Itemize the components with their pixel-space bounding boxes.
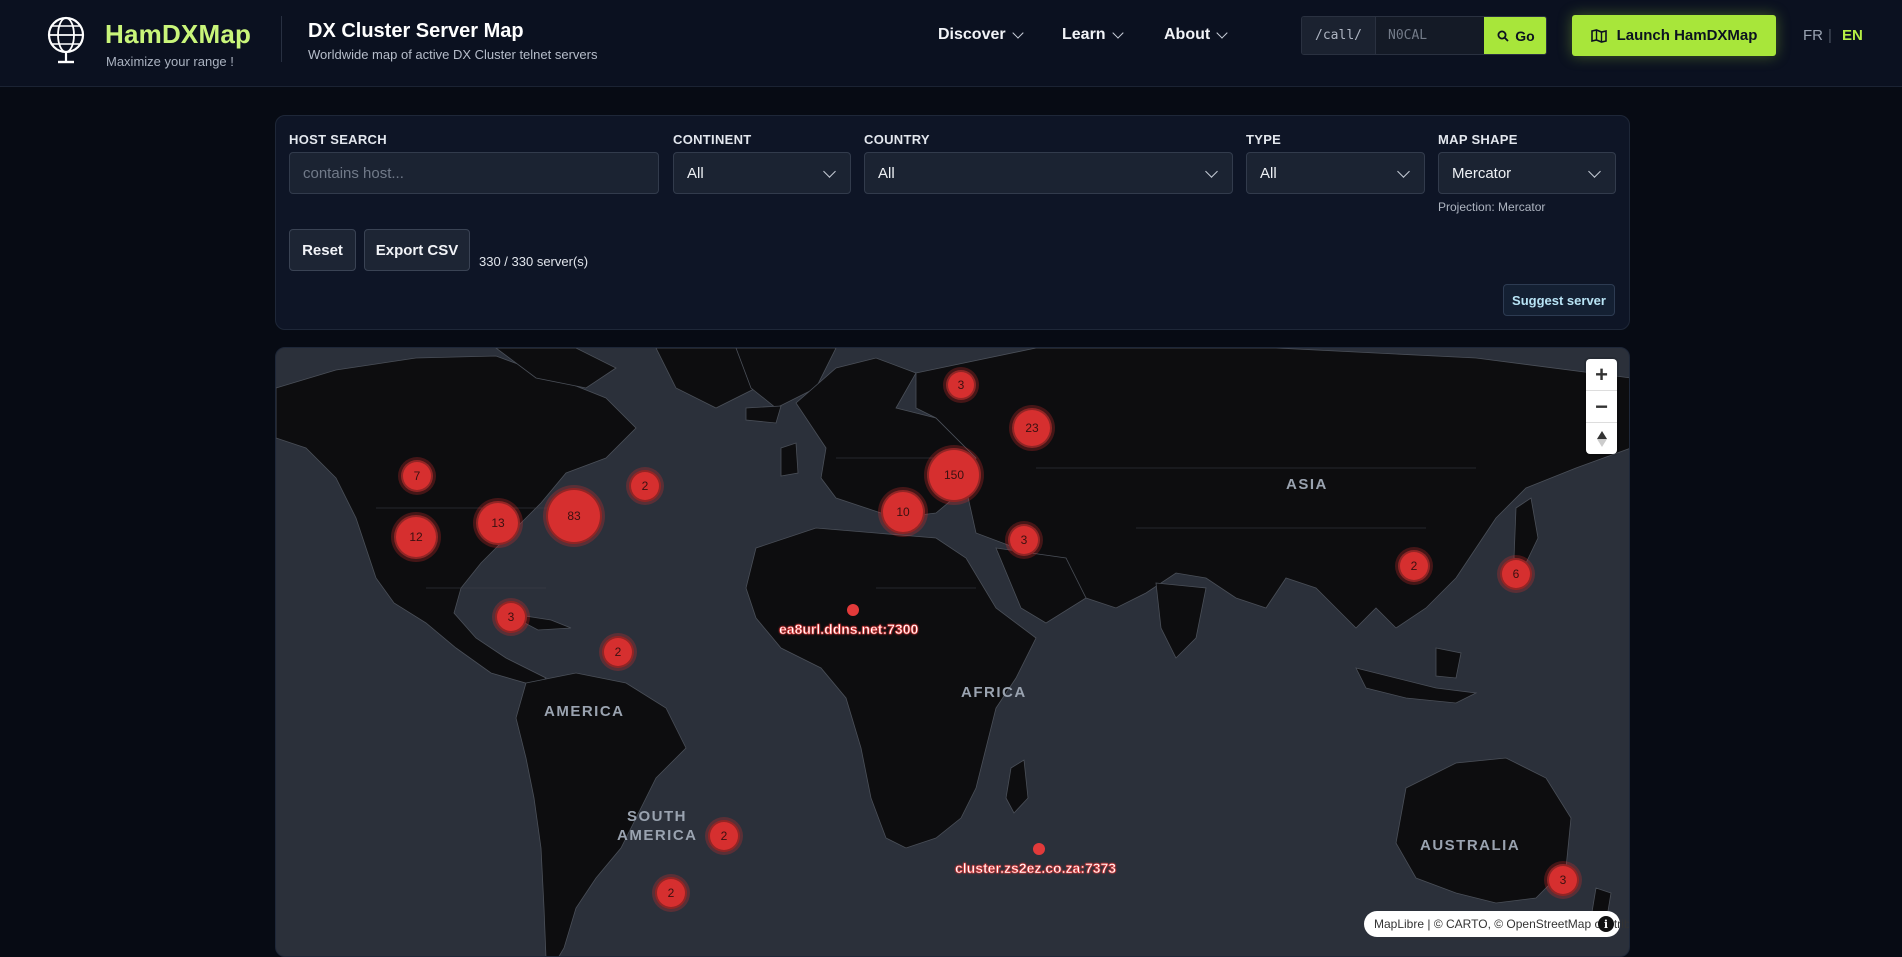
nav-discover[interactable]: Discover xyxy=(938,26,1024,44)
map-label-south: SOUTH xyxy=(627,808,687,825)
chevron-down-icon xyxy=(823,165,836,178)
globe-logo-icon[interactable] xyxy=(46,15,86,67)
nav-about-label: About xyxy=(1164,26,1211,43)
world-map[interactable]: ASIA AMERICA AFRICA SOUTH AMERICA AUSTRA… xyxy=(275,347,1630,957)
continent-select[interactable]: All xyxy=(673,152,851,194)
lang-separator: | xyxy=(1828,27,1832,44)
cluster-marker[interactable]: 83 xyxy=(546,488,602,544)
projection-note: Projection: Mercator xyxy=(1438,200,1546,214)
cluster-marker[interactable]: 3 xyxy=(1547,864,1579,896)
attribution-separator: , © xyxy=(1487,917,1507,931)
server-count: 330 / 330 server(s) xyxy=(479,254,589,269)
country-select[interactable]: All xyxy=(864,152,1233,194)
cluster-marker[interactable]: 2 xyxy=(1398,550,1430,582)
export-csv-button[interactable]: Export CSV xyxy=(364,229,470,271)
map-label-america: AMERICA xyxy=(544,703,625,720)
map-shape-value: Mercator xyxy=(1452,164,1512,182)
cluster-marker[interactable]: 10 xyxy=(881,490,925,534)
country-label: COUNTRY xyxy=(864,132,930,147)
brand-tagline: Maximize your range ! xyxy=(106,54,234,69)
cluster-marker[interactable]: 2 xyxy=(602,636,634,668)
page-subtitle: Worldwide map of active DX Cluster telne… xyxy=(308,47,598,62)
compass-button[interactable] xyxy=(1586,423,1617,454)
chevron-down-icon xyxy=(1216,26,1228,39)
map-shape-select[interactable]: Mercator xyxy=(1438,152,1616,194)
cluster-marker[interactable]: 23 xyxy=(1012,408,1052,448)
go-button[interactable]: Go xyxy=(1484,17,1546,54)
cluster-marker[interactable]: 2 xyxy=(655,877,687,909)
chevron-down-icon xyxy=(1397,165,1410,178)
zoom-out-button[interactable]: − xyxy=(1586,391,1617,422)
filters-panel: HOST SEARCH CONTINENT All COUNTRY All TY… xyxy=(275,115,1630,330)
cluster-marker[interactable]: 2 xyxy=(708,820,740,852)
nav-about[interactable]: About xyxy=(1164,26,1228,44)
map-icon xyxy=(1590,28,1607,43)
host-search-label: HOST SEARCH xyxy=(289,132,387,147)
cluster-marker[interactable]: 3 xyxy=(1008,524,1040,556)
map-attribution: MapLibre | © CARTO , © OpenStreetMap con… xyxy=(1364,911,1629,937)
chevron-down-icon xyxy=(1588,165,1601,178)
map-label-africa: AFRICA xyxy=(961,684,1027,701)
lang-fr[interactable]: FR xyxy=(1803,27,1823,44)
map-land-layer xyxy=(276,348,1629,956)
search-icon xyxy=(1497,30,1509,42)
suggest-server-button[interactable]: Suggest server xyxy=(1503,284,1615,316)
cluster-marker[interactable]: 6 xyxy=(1500,558,1532,590)
chevron-down-icon xyxy=(1111,26,1124,39)
cluster-marker[interactable]: 3 xyxy=(495,601,527,633)
map-label-asia: ASIA xyxy=(1286,476,1328,493)
continent-label: CONTINENT xyxy=(673,132,752,147)
cluster-marker[interactable]: 150 xyxy=(927,448,981,502)
chevron-down-icon xyxy=(1011,26,1024,39)
compass-icon xyxy=(1596,430,1607,447)
cluster-marker[interactable]: 2 xyxy=(629,470,661,502)
call-prefix: /call/ xyxy=(1302,17,1376,54)
map-shape-label: MAP SHAPE xyxy=(1438,132,1518,147)
cluster-marker[interactable]: 13 xyxy=(476,501,520,545)
type-select[interactable]: All xyxy=(1246,152,1425,194)
cluster-marker[interactable]: 7 xyxy=(401,460,433,492)
brand-name[interactable]: HamDXMap xyxy=(105,19,251,50)
info-icon[interactable]: i xyxy=(1598,916,1614,932)
map-label-south-america: AMERICA xyxy=(617,827,698,844)
lang-en[interactable]: EN xyxy=(1842,27,1863,44)
top-header: HamDXMap Maximize your range ! DX Cluste… xyxy=(0,0,1902,87)
country-value: All xyxy=(878,164,895,182)
callsign-search: /call/ Go xyxy=(1301,16,1547,55)
map-label-australia: AUSTRALIA xyxy=(1420,837,1521,854)
go-label: Go xyxy=(1515,27,1535,44)
continent-value: All xyxy=(687,164,704,182)
nav-discover-label: Discover xyxy=(938,26,1006,43)
launch-label: Launch HamDXMap xyxy=(1616,27,1758,44)
header-divider xyxy=(281,16,282,62)
callsign-input[interactable] xyxy=(1376,17,1484,54)
cluster-marker[interactable]: 12 xyxy=(394,515,438,559)
server-pin-label[interactable]: ea8url.ddns.net:7300 xyxy=(779,621,919,638)
zoom-in-button[interactable]: + xyxy=(1586,359,1617,390)
type-value: All xyxy=(1260,164,1277,182)
attribution-carto-link[interactable]: CARTO xyxy=(1446,917,1488,931)
server-pin-label[interactable]: cluster.zs2ez.co.za:7373 xyxy=(955,860,1117,877)
server-pin[interactable] xyxy=(847,604,859,616)
attribution-osm-link[interactable]: OpenStreetMap xyxy=(1506,917,1591,931)
chevron-down-icon xyxy=(1205,165,1218,178)
page-title: DX Cluster Server Map xyxy=(308,20,524,42)
nav-learn-label: Learn xyxy=(1062,26,1106,43)
launch-hamdxmap-button[interactable]: Launch HamDXMap xyxy=(1572,15,1776,56)
cluster-marker[interactable]: 3 xyxy=(946,370,976,400)
type-label: TYPE xyxy=(1246,132,1282,147)
nav-learn[interactable]: Learn xyxy=(1062,26,1124,44)
server-pin[interactable] xyxy=(1033,843,1045,855)
map-navigation-control: + − xyxy=(1586,359,1617,454)
attribution-maplibre-link[interactable]: MapLibre xyxy=(1374,917,1424,931)
host-search-input[interactable] xyxy=(289,152,659,194)
attribution-separator: | © xyxy=(1424,917,1446,931)
reset-button[interactable]: Reset xyxy=(289,229,356,271)
